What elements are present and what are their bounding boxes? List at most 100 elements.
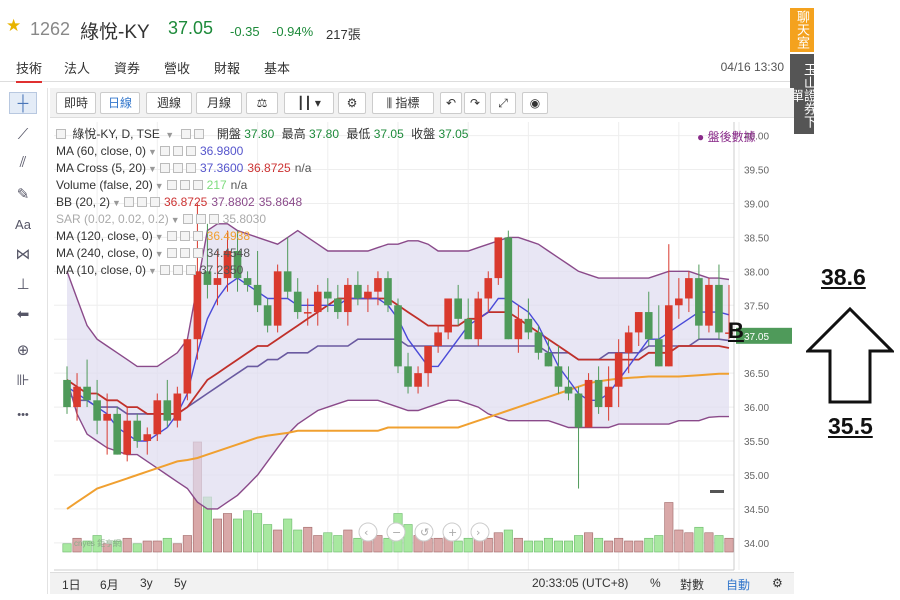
- indicators-button[interactable]: ⫼ 指標: [372, 92, 434, 114]
- crosshair-icon[interactable]: ┼: [9, 92, 37, 114]
- toggle-icon[interactable]: [166, 248, 177, 258]
- candle-body: [273, 271, 282, 326]
- volume-bar: [142, 540, 152, 553]
- toggle-icon[interactable]: [192, 180, 203, 190]
- toggle-icon[interactable]: [136, 197, 147, 207]
- ruler-icon[interactable]: ⊪: [9, 370, 37, 392]
- percent-toggle[interactable]: %: [650, 576, 661, 590]
- dropdown-icon[interactable]: ▼: [155, 249, 164, 259]
- toggle-icon[interactable]: [179, 180, 190, 190]
- toggle-icon[interactable]: [172, 163, 183, 173]
- more-icon[interactable]: •••: [9, 404, 37, 426]
- intraday-button[interactable]: 即時: [56, 92, 96, 114]
- bottom-settings-gear-icon[interactable]: ⚙: [772, 576, 783, 590]
- tab-institutional[interactable]: 法人: [64, 58, 90, 77]
- zoom-icon[interactable]: ⊕: [9, 340, 37, 362]
- pattern-icon[interactable]: ⋈: [9, 244, 37, 266]
- toggle-icon[interactable]: [172, 265, 183, 275]
- legend-row: MA (10, close, 0) ▼ 37.2350: [56, 262, 468, 279]
- measure-icon[interactable]: ⊥: [9, 274, 37, 296]
- dropdown-icon[interactable]: ▼: [165, 130, 174, 140]
- toggle-icon[interactable]: [123, 197, 134, 207]
- chat-room-button[interactable]: 聊天室: [790, 8, 814, 52]
- candle-body: [313, 291, 322, 313]
- toggle-icon[interactable]: [185, 265, 196, 275]
- volume-bar: [624, 540, 634, 553]
- trendline-icon[interactable]: ⟋: [9, 124, 37, 146]
- candle-body: [63, 379, 71, 408]
- volume-bar: [273, 529, 283, 553]
- toggle-icon[interactable]: [166, 180, 177, 190]
- range-5y-button[interactable]: 5y: [174, 576, 187, 590]
- back-arrow-icon[interactable]: ⬅: [9, 304, 37, 326]
- toggle-icon[interactable]: [179, 231, 190, 241]
- toggle-icon[interactable]: [192, 231, 203, 241]
- candle-type-icon[interactable]: ┃┃ ▾: [284, 92, 334, 114]
- toggle-icon[interactable]: [149, 197, 160, 207]
- toggle-icon[interactable]: [185, 163, 196, 173]
- toggle-icon[interactable]: [166, 231, 177, 241]
- range-1d-button[interactable]: 1日: [62, 576, 81, 593]
- toggle-icon[interactable]: [192, 248, 203, 258]
- legend-row: MA (120, close, 0) ▼ 36.4938: [56, 228, 468, 245]
- candle-body: [374, 278, 382, 292]
- last-price-label: 37.05: [744, 332, 769, 343]
- favorite-star-icon[interactable]: ★: [6, 16, 21, 36]
- candle-body: [484, 278, 493, 299]
- toggle-icon[interactable]: [185, 146, 196, 156]
- dropdown-icon[interactable]: ▼: [148, 147, 157, 157]
- undo-icon[interactable]: ↶: [440, 92, 462, 114]
- redo-icon[interactable]: ↷: [464, 92, 486, 114]
- legend-row-value: 37.8802: [211, 195, 255, 209]
- text-icon[interactable]: Aa: [9, 214, 37, 236]
- toggle-icon[interactable]: [179, 248, 190, 258]
- toggle-icon[interactable]: [195, 214, 206, 224]
- toggle-icon[interactable]: [159, 146, 170, 156]
- fork-icon[interactable]: ⫽: [9, 152, 37, 174]
- legend-row-value: n/a: [294, 161, 312, 175]
- monthly-button[interactable]: 月線: [196, 92, 242, 114]
- tab-revenue[interactable]: 營收: [164, 58, 190, 77]
- collapse-icon[interactable]: [56, 129, 66, 139]
- legend-row: MA (240, close, 0) ▼ 34.4548: [56, 245, 468, 262]
- weekly-button[interactable]: 週線: [146, 92, 192, 114]
- tab-technical[interactable]: 技術: [16, 58, 43, 83]
- range-6m-button[interactable]: 6月: [100, 576, 119, 593]
- toggle-icon[interactable]: [208, 214, 219, 224]
- volume-bar: [644, 537, 654, 553]
- open-value: 37.80: [244, 127, 275, 141]
- toggle-icon[interactable]: [172, 146, 183, 156]
- settings-gear-icon[interactable]: ⚙: [338, 92, 366, 114]
- dropdown-icon[interactable]: ▼: [148, 266, 157, 276]
- brush-icon[interactable]: ✎: [9, 184, 37, 206]
- toggle-icon[interactable]: [180, 129, 191, 139]
- camera-icon[interactable]: ◉: [522, 92, 548, 114]
- range-3y-button[interactable]: 3y: [140, 576, 153, 590]
- dropdown-icon[interactable]: ▼: [112, 198, 121, 208]
- daily-button[interactable]: 日線: [100, 92, 140, 114]
- candle-body: [705, 284, 713, 326]
- toggle-icon[interactable]: [159, 265, 170, 275]
- dropdown-icon[interactable]: ▼: [155, 232, 164, 242]
- toggle-icon[interactable]: [193, 129, 204, 139]
- toggle-icon[interactable]: [159, 163, 170, 173]
- log-toggle[interactable]: 對數: [680, 576, 704, 593]
- dropdown-icon[interactable]: ▼: [155, 181, 164, 191]
- candle-body: [494, 237, 503, 279]
- volume-bar: [453, 540, 463, 553]
- candle-body: [73, 386, 81, 408]
- toggle-icon[interactable]: [182, 214, 193, 224]
- tab-basic[interactable]: 基本: [264, 58, 290, 77]
- tab-financials[interactable]: 財報: [214, 58, 240, 77]
- candle-body: [113, 413, 121, 455]
- tab-margin[interactable]: 資券: [114, 58, 140, 77]
- after-hours-data-link[interactable]: ● 盤後數據: [697, 128, 756, 145]
- dropdown-icon[interactable]: ▼: [171, 215, 180, 225]
- scale-icon[interactable]: ⚖: [246, 92, 278, 114]
- dropdown-icon[interactable]: ▼: [148, 164, 157, 174]
- volume-bar: [253, 513, 263, 553]
- candle-body: [634, 312, 643, 333]
- candle-body: [394, 305, 402, 367]
- auto-toggle[interactable]: 自動: [726, 576, 750, 593]
- fullscreen-icon[interactable]: ⤢: [490, 92, 516, 114]
